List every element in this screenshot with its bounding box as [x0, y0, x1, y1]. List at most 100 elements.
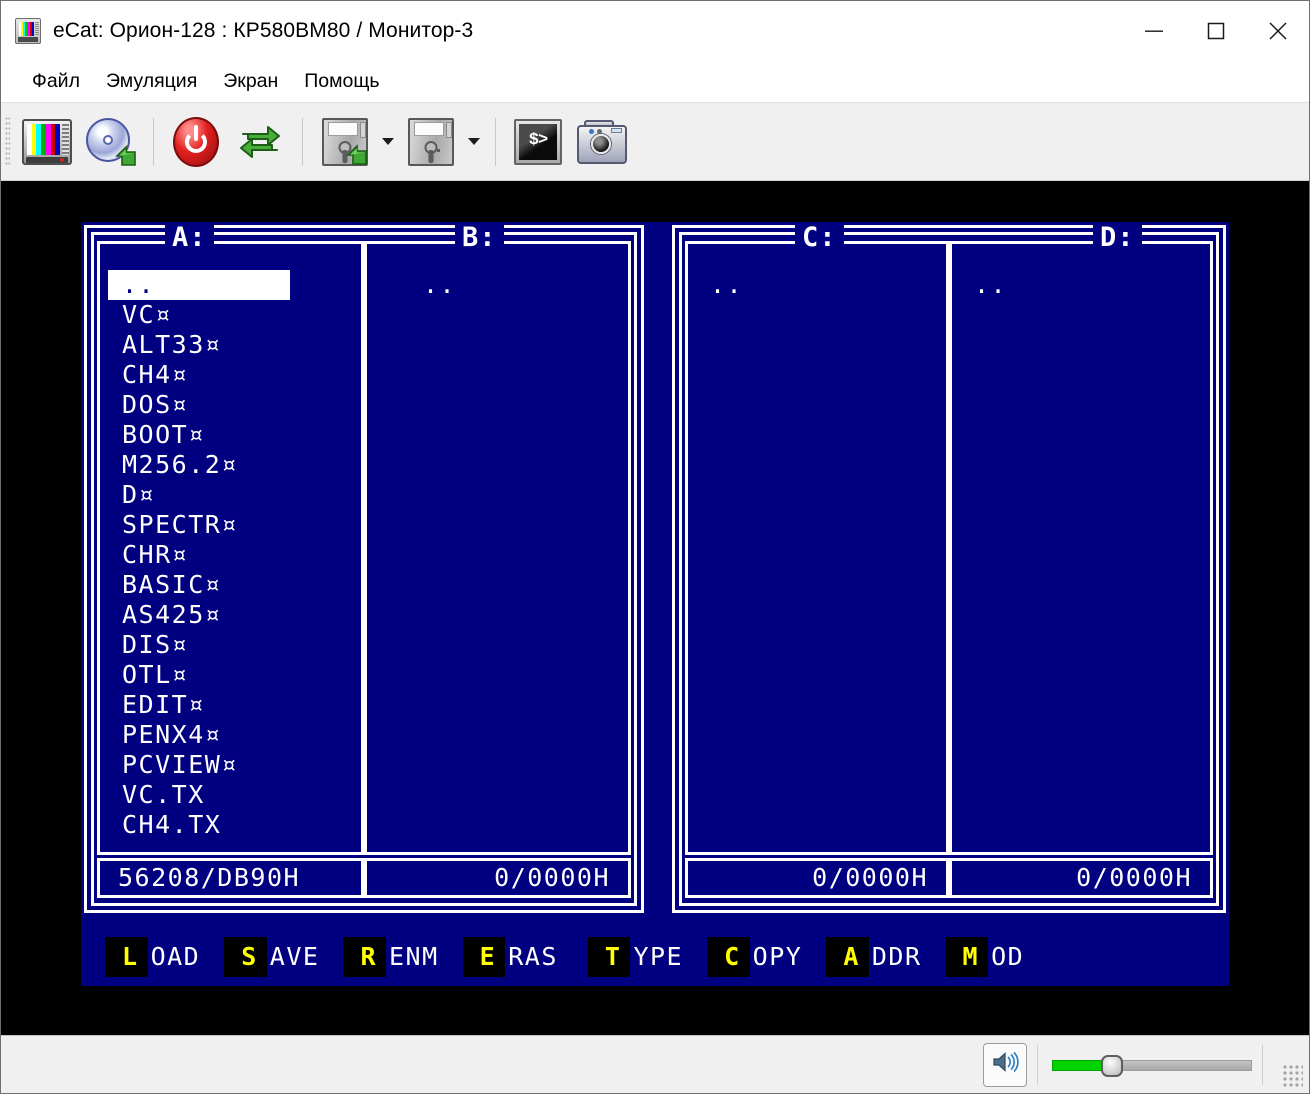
list-item[interactable]: EDIT¤ — [100, 690, 361, 720]
floppy-select-dropdown[interactable] — [463, 113, 485, 171]
menu-item-help[interactable]: Помощь — [291, 66, 392, 97]
console-button[interactable]: $> — [509, 113, 567, 171]
file-list-c: .. — [688, 270, 946, 300]
mount-floppy-button[interactable] — [316, 113, 374, 171]
list-item[interactable]: M256.2¤ — [100, 450, 361, 480]
titlebar: eCat: Орион-128 : КР580ВМ80 / Монитор-3 — [1, 1, 1309, 61]
list-item[interactable]: AS425¤ — [100, 600, 361, 630]
list-item[interactable]: DOS¤ — [100, 390, 361, 420]
screen-settings-button[interactable] — [18, 113, 76, 171]
list-item[interactable]: .. — [688, 270, 946, 300]
floppy-select-button[interactable] — [402, 113, 460, 171]
drive-status-row-cd: 0/0000H 0/0000H — [685, 858, 1213, 898]
fn-key-letter: A — [826, 937, 869, 977]
list-item[interactable]: .. — [108, 270, 290, 300]
list-item[interactable]: VC¤ — [100, 300, 361, 330]
emulator-viewport[interactable]: A: B: .. VC¤ ALT33¤ CH4¤ DOS¤ BOOT¤ M256… — [1, 181, 1309, 1035]
power-icon — [173, 116, 219, 167]
green-arrow-overlay-icon — [344, 142, 370, 168]
list-item[interactable]: CH4¤ — [100, 360, 361, 390]
list-item[interactable]: VC.TX — [100, 780, 361, 810]
fn-renm-button[interactable]: R ENM — [343, 937, 438, 977]
window-controls — [1123, 1, 1309, 61]
file-panel-c[interactable]: .. — [685, 241, 949, 855]
fn-key-letter: M — [945, 937, 989, 977]
statusbar-separator — [1262, 1044, 1263, 1085]
list-item[interactable]: BASIC¤ — [100, 570, 361, 600]
fn-key-rest: ENM — [389, 942, 439, 971]
drive-status-a: 56208/DB90H — [97, 858, 364, 898]
tv-monitor-icon — [15, 18, 41, 44]
list-item[interactable]: .. — [952, 270, 1210, 300]
fn-key-rest: AVE — [269, 942, 320, 971]
list-item[interactable]: CH4.TX — [100, 810, 361, 840]
list-item[interactable]: .. — [367, 270, 628, 300]
toolbar-separator — [302, 117, 303, 166]
drive-caption-b: B: — [455, 224, 504, 251]
list-item[interactable]: DIS¤ — [100, 630, 361, 660]
window-title: eCat: Орион-128 : КР580ВМ80 / Монитор-3 — [53, 19, 474, 42]
maximize-icon[interactable] — [1185, 1, 1247, 61]
fn-key-rest: OAD — [150, 942, 201, 971]
menu-item-screen[interactable]: Экран — [210, 66, 291, 97]
drive-status-c: 0/0000H — [685, 858, 949, 898]
emulator-screen[interactable]: A: B: .. VC¤ ALT33¤ CH4¤ DOS¤ BOOT¤ M256… — [81, 222, 1229, 986]
power-button[interactable] — [167, 113, 225, 171]
drive-group-cd: C: D: .. .. 0/0000H 0/0000H — [672, 224, 1226, 913]
statusbar-separator — [1037, 1044, 1038, 1085]
fn-copy-button[interactable]: C OPY — [707, 937, 802, 977]
file-list-b: .. — [367, 270, 628, 300]
fn-load-button[interactable]: L OAD — [105, 937, 200, 977]
close-icon[interactable] — [1247, 1, 1309, 61]
toolbar-separator — [153, 117, 154, 166]
drive-status-d: 0/0000H — [949, 858, 1213, 898]
fn-key-letter: E — [462, 937, 506, 977]
resize-grip-icon[interactable] — [1281, 1065, 1303, 1087]
toolbar: $> — [1, 103, 1309, 181]
volume-thumb[interactable] — [1101, 1054, 1123, 1077]
drive-caption-c: C: — [795, 224, 844, 251]
mute-toggle-button[interactable] — [983, 1042, 1027, 1087]
drive-caption-a: A: — [165, 224, 214, 251]
floppy-load-icon — [322, 117, 370, 168]
toolbar-separator — [495, 117, 496, 166]
green-arrow-overlay-icon — [113, 143, 139, 169]
fn-key-rest: DDR — [871, 942, 922, 971]
mount-floppy-dropdown[interactable] — [377, 113, 399, 171]
list-item[interactable]: BOOT¤ — [100, 420, 361, 450]
reset-button[interactable] — [231, 113, 289, 171]
fn-key-rest: OPY — [752, 942, 803, 971]
fn-type-button[interactable]: T YPE — [587, 937, 683, 977]
fn-mod-button[interactable]: M OD — [945, 937, 1025, 977]
minimize-icon[interactable] — [1123, 1, 1185, 61]
load-disk-image-button[interactable] — [82, 113, 140, 171]
application-window: eCat: Орион-128 : КР580ВМ80 / Монитор-3 … — [0, 0, 1310, 1094]
list-item[interactable]: ALT33¤ — [100, 330, 361, 360]
drive-caption-d: D: — [1093, 224, 1142, 251]
drive-columns-ab: .. VC¤ ALT33¤ CH4¤ DOS¤ BOOT¤ M256.2¤ D¤… — [97, 241, 631, 855]
drive-status-row-ab: 56208/DB90H 0/0000H — [97, 858, 631, 898]
list-item[interactable]: PENX4¤ — [100, 720, 361, 750]
menu-item-file[interactable]: Файл — [19, 66, 93, 97]
list-item[interactable]: D¤ — [100, 480, 361, 510]
list-item[interactable]: SPECTR¤ — [100, 510, 361, 540]
fn-key-letter: C — [707, 937, 750, 977]
file-list-d: .. — [952, 270, 1210, 300]
file-panel-b[interactable]: .. — [364, 241, 631, 855]
menubar: Файл Эмуляция Экран Помощь — [1, 61, 1309, 103]
fn-key-letter: S — [224, 937, 267, 977]
list-item[interactable]: PCVIEW¤ — [100, 750, 361, 780]
fn-save-button[interactable]: S AVE — [224, 937, 319, 977]
toolbar-grip[interactable] — [5, 117, 10, 166]
menu-item-emulation[interactable]: Эмуляция — [93, 66, 210, 97]
fn-eras-button[interactable]: E RAS — [462, 937, 558, 977]
cd-load-icon — [85, 117, 137, 167]
file-panel-a[interactable]: .. VC¤ ALT33¤ CH4¤ DOS¤ BOOT¤ M256.2¤ D¤… — [97, 241, 364, 855]
fn-key-letter: L — [105, 937, 148, 977]
volume-slider[interactable] — [1052, 1054, 1252, 1077]
fn-addr-button[interactable]: A DDR — [826, 937, 921, 977]
list-item[interactable]: CHR¤ — [100, 540, 361, 570]
list-item[interactable]: OTL¤ — [100, 660, 361, 690]
screenshot-button[interactable] — [573, 113, 631, 171]
file-panel-d[interactable]: .. — [949, 241, 1213, 855]
